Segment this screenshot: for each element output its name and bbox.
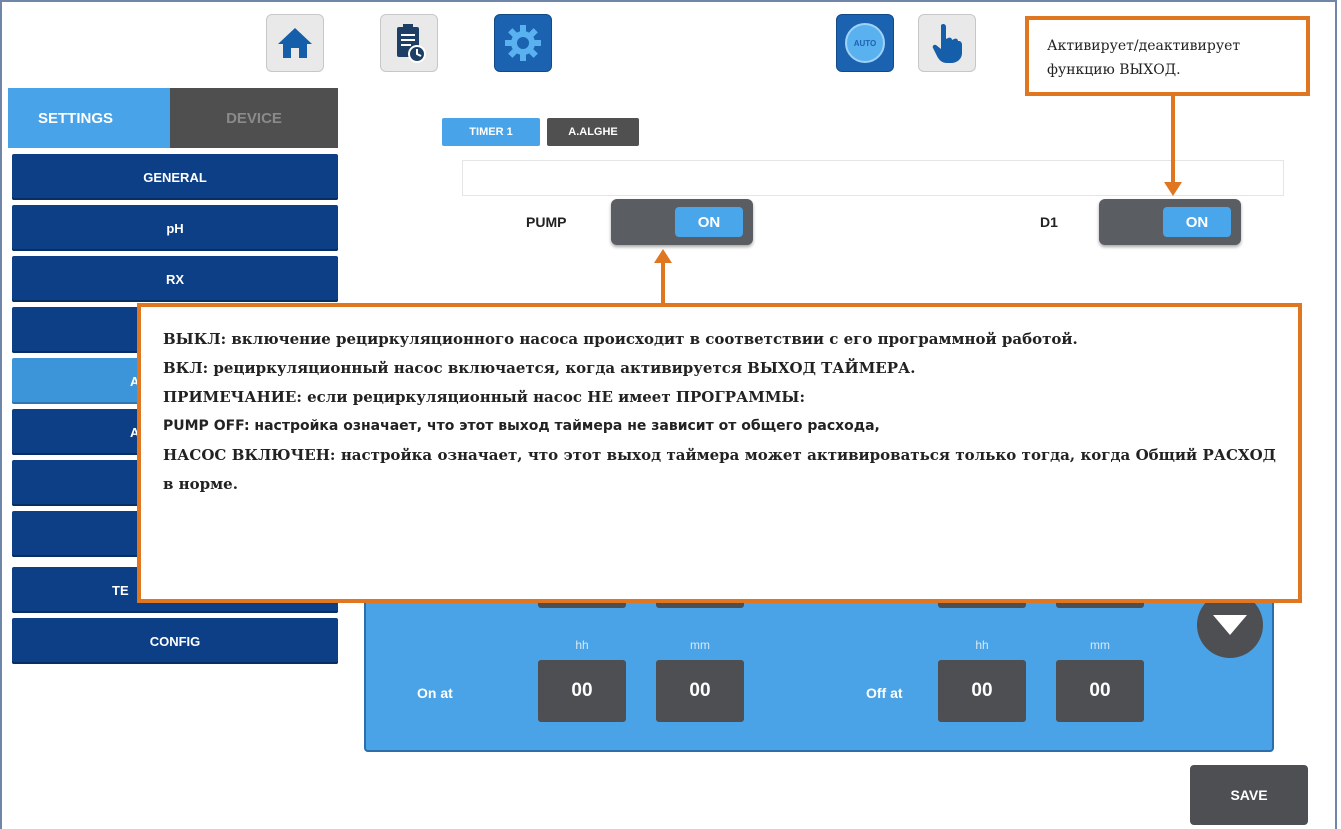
callout-main-arrow-line [661,262,665,304]
timer-name-field[interactable] [462,160,1284,196]
off-at-label: Off at [866,685,903,701]
save-button[interactable]: SAVE [1190,765,1308,825]
clipboard-clock-icon [397,24,426,63]
callout-pump-explanation: ВЫКЛ: включение рециркуляционного насоса… [137,303,1302,603]
hh-label: hh [575,638,589,652]
pump-switch-state: ON [675,207,743,237]
mm-label: mm [1090,638,1110,652]
callout-line: ВЫКЛ: включение рециркуляционного насоса… [163,330,1078,348]
tab-settings[interactable]: SETTINGS [8,88,170,148]
d1-switch[interactable]: ON [1099,199,1241,245]
on-at-label: On at [417,685,453,701]
log-button[interactable] [380,14,438,72]
pump-switch[interactable]: ON [611,199,753,245]
auto-icon: AUTO [845,23,885,63]
off-mm-field[interactable]: 00 [1056,660,1144,722]
auto-label: AUTO [853,38,877,48]
callout-line: НАСОС ВКЛЮЧЕН: настройка означает, что э… [163,446,1276,493]
hh-label: hh [975,638,989,652]
callout-line: ВКЛ: рециркуляционный насос включается, … [163,359,916,377]
tab-timer-1[interactable]: TIMER 1 [442,118,540,146]
pump-label: PUMP [526,214,567,230]
auto-mode-button[interactable]: AUTO [836,14,894,72]
sidebar-tabs: SETTINGS DEVICE [8,88,338,148]
tab-device[interactable]: DEVICE [170,88,338,148]
sidebar-item-config[interactable]: CONFIG [12,618,338,664]
home-icon [278,28,312,58]
tab-a-alghe[interactable]: A.ALGHE [547,118,639,146]
on-hh-field[interactable]: 00 [538,660,626,722]
callout-line: PUMP OFF: настройка означает, что этот в… [163,418,880,434]
callout-top-arrow-line [1171,96,1175,186]
mm-label: mm [690,638,710,652]
callout-main-arrow-head [654,249,672,263]
manual-mode-button[interactable] [918,14,976,72]
hand-pointer-icon [932,23,962,64]
d1-switch-state: ON [1163,207,1231,237]
off-hh-field[interactable]: 00 [938,660,1026,722]
callout-output-toggle: Активирует/деактивирует функцию ВЫХОД. [1025,16,1310,96]
settings-button[interactable] [494,14,552,72]
triangle-down-icon [1213,615,1247,635]
sidebar-item-rx[interactable]: RX [12,256,338,302]
callout-line: ПРИМЕЧАНИЕ: если рециркуляционный насос … [163,388,805,406]
gear-icon [505,25,541,61]
sidebar-item-ph[interactable]: pH [12,205,338,251]
home-button[interactable] [266,14,324,72]
callout-top-arrow-head [1164,182,1182,196]
on-mm-field[interactable]: 00 [656,660,744,722]
d1-label: D1 [1040,214,1058,230]
sidebar-item-general[interactable]: GENERAL [12,154,338,200]
